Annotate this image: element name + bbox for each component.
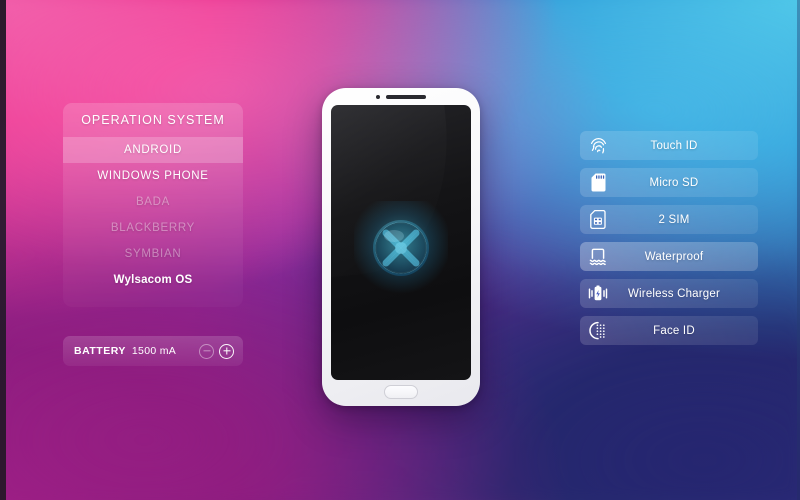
sim-card-icon — [580, 210, 616, 229]
battery-label: BATTERY — [74, 345, 126, 357]
battery-panel: BATTERY 1500 mA — [63, 336, 243, 366]
logo-glow — [354, 201, 448, 295]
operation-system-title: OPERATION SYSTEM — [81, 113, 225, 127]
phone-screen[interactable] — [331, 105, 471, 380]
phone-top-bar — [322, 95, 480, 99]
operation-system-panel: OPERATION SYSTEM ANDROID WINDOWS PHONE B… — [63, 103, 243, 307]
os-option-bada[interactable]: BADA — [63, 189, 243, 215]
feature-label: Touch ID — [650, 139, 698, 152]
front-camera-dot — [376, 95, 380, 99]
minus-circle-icon[interactable] — [199, 343, 214, 359]
face-id-icon — [580, 321, 616, 340]
wylsacom-orb-logo — [354, 201, 448, 295]
feature-row-face-id[interactable]: Face ID — [580, 316, 758, 345]
feature-label: Wireless Charger — [627, 287, 721, 300]
wireless-charging-icon — [580, 284, 616, 303]
feature-label: 2 SIM — [658, 213, 690, 226]
os-option-symbian[interactable]: SYMBIAN — [63, 241, 243, 267]
sd-card-icon — [580, 173, 616, 192]
feature-row-waterproof[interactable]: Waterproof — [580, 242, 758, 271]
feature-row-2-sim[interactable]: 2 SIM — [580, 205, 758, 234]
waterproof-icon — [580, 247, 616, 266]
battery-stepper — [199, 343, 234, 359]
feature-label: Waterproof — [644, 250, 704, 263]
feature-row-wireless-charger[interactable]: Wireless Charger — [580, 279, 758, 308]
plus-circle-icon[interactable] — [219, 343, 234, 359]
left-edge-strip — [0, 0, 6, 500]
features-panel: Touch ID Micro SD 2 SIM Waterproof Wirel… — [580, 131, 758, 345]
feature-row-touch-id[interactable]: Touch ID — [580, 131, 758, 160]
feature-label: Micro SD — [649, 176, 699, 189]
battery-value: 1500 mA — [131, 345, 177, 357]
os-option-windows-phone[interactable]: WINDOWS PHONE — [63, 163, 243, 189]
home-button[interactable] — [384, 385, 418, 399]
feature-label: Face ID — [653, 324, 695, 337]
os-option-android[interactable]: ANDROID — [63, 137, 243, 163]
phone-mockup[interactable] — [322, 88, 480, 406]
app-stage: OPERATION SYSTEM ANDROID WINDOWS PHONE B… — [0, 0, 800, 500]
earpiece-speaker — [386, 95, 426, 99]
os-option-blackberry[interactable]: BLACKBERRY — [63, 215, 243, 241]
feature-row-micro-sd[interactable]: Micro SD — [580, 168, 758, 197]
os-option-wylsacom-os[interactable]: Wylsacom OS — [63, 267, 243, 293]
fingerprint-icon — [580, 136, 616, 155]
